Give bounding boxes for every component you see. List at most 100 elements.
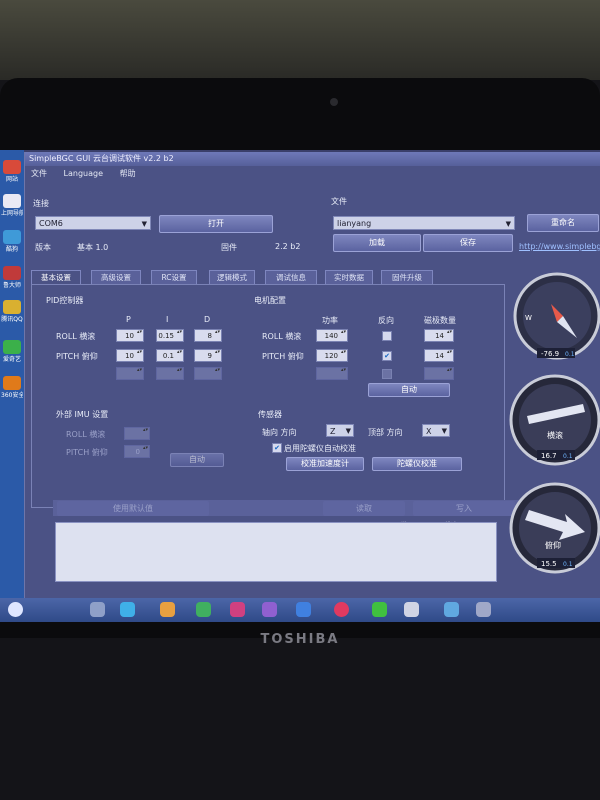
yaw-i-input: [156, 367, 184, 380]
desktop-icon[interactable]: 360安全: [1, 376, 23, 399]
tab-realtime[interactable]: 实时数据: [325, 270, 373, 284]
chevron-down-icon: ▼: [441, 427, 447, 435]
taskbar-app-icon[interactable]: [230, 602, 245, 617]
file-label: 文件: [331, 197, 347, 206]
pitch-d-input[interactable]: 9: [194, 349, 222, 362]
tab-basic[interactable]: 基本设置: [31, 270, 81, 284]
roll-i-input[interactable]: 0.15: [156, 329, 184, 342]
pid-header-d: D: [204, 315, 211, 324]
background-wall: [0, 0, 600, 80]
calibrate-acc-button[interactable]: 校准加速度计: [286, 457, 364, 471]
gyro-autocalib-checkbox[interactable]: ✔: [272, 443, 282, 453]
action-bar: 使用默认值 读取 写入: [53, 500, 519, 516]
roll-p-input[interactable]: 10: [116, 329, 144, 342]
tab-rc[interactable]: RC设置: [151, 270, 197, 284]
yaw-gauge: W -76.9 0.1: [513, 272, 600, 360]
yaw-d-input: [194, 367, 222, 380]
pid-title: PID控制器: [46, 296, 84, 305]
top-label: 顶部 方向: [368, 428, 403, 437]
defaults-button[interactable]: 使用默认值: [57, 501, 209, 516]
roll-d-input[interactable]: 8: [194, 329, 222, 342]
rename-button[interactable]: 重命名: [527, 214, 599, 232]
tab-firmware[interactable]: 固件升级: [381, 270, 433, 284]
axis-label: 轴向 方向: [262, 428, 297, 437]
axis-select[interactable]: Z ▼: [326, 424, 354, 437]
profile-select[interactable]: lianyang ▼: [333, 216, 515, 230]
app-window: SimpleBGC GUI 云台调试软件 v2.2 b2 文件 Language…: [24, 152, 600, 598]
roll-value2: 0.1: [563, 453, 573, 460]
yaw-poles-input: [424, 367, 454, 380]
pitch-poles-input[interactable]: 14: [424, 349, 454, 362]
tab-advanced[interactable]: 高级设置: [91, 270, 141, 284]
roll-title: 横滚: [547, 430, 563, 440]
yaw-invert-checkbox: [382, 369, 392, 379]
roll-gauge: 横滚 16.7 0.1: [509, 374, 600, 466]
taskbar-app-icon[interactable]: [296, 602, 311, 617]
chevron-down-icon: ▼: [141, 220, 147, 228]
outer-auto-button[interactable]: 自动: [170, 453, 224, 467]
desktop: 网站 上网导航 酷狗 鲁大师 腾讯QQ 爱奇艺 360安全: [0, 150, 24, 598]
taskbar-app-icon[interactable]: [262, 602, 277, 617]
roll-poles-input[interactable]: 14: [424, 329, 454, 342]
pid-header-p: P: [126, 315, 131, 324]
calibrate-gyro-button[interactable]: 陀螺仪校准: [372, 457, 462, 471]
save-button[interactable]: 保存: [423, 234, 513, 252]
menu-language[interactable]: Language: [64, 169, 103, 178]
motor-row-label: PITCH 俯仰: [262, 352, 304, 361]
svg-text:W: W: [525, 314, 532, 322]
desktop-icon[interactable]: 腾讯QQ: [1, 300, 23, 323]
tab-debug[interactable]: 调试信息: [265, 270, 317, 284]
start-icon[interactable]: [8, 602, 23, 617]
basic-settings-panel: PID控制器 P I D ROLL 横滚 10 0.15 8 PITCH 俯仰 …: [31, 284, 505, 508]
top-select[interactable]: X ▼: [422, 424, 450, 437]
taskbar-app-icon[interactable]: [334, 602, 349, 617]
message-log[interactable]: [55, 522, 497, 582]
pitch-i-input[interactable]: 0.1: [156, 349, 184, 362]
outer-roll-input: [124, 427, 150, 440]
screen: 网站 上网导航 酷狗 鲁大师 腾讯QQ 爱奇艺 360安全 SimpleBGC …: [0, 150, 600, 622]
website-link[interactable]: http://www.simplebgc: [519, 242, 600, 251]
menu-help[interactable]: 帮助: [120, 169, 136, 178]
port-select[interactable]: COM6 ▼: [35, 216, 151, 230]
write-button[interactable]: 写入: [413, 501, 515, 516]
taskbar-app-icon[interactable]: [120, 602, 135, 617]
pitch-gauge: 俯仰 15.5 0.1: [509, 482, 600, 574]
taskbar-app-icon[interactable]: [160, 602, 175, 617]
taskbar-app-icon[interactable]: [372, 602, 387, 617]
firmware-label: 固件: [221, 243, 237, 252]
outer-title: 外部 IMU 设置: [56, 410, 109, 419]
motor-header-invert: 反向: [378, 316, 394, 325]
read-button[interactable]: 读取: [323, 501, 405, 516]
roll-invert-checkbox[interactable]: [382, 331, 392, 341]
yaw-p-input: [116, 367, 144, 380]
pitch-invert-checkbox[interactable]: ✔: [382, 351, 392, 361]
pid-row-label: PITCH 俯仰: [56, 352, 98, 361]
pitch-power-input[interactable]: 120: [316, 349, 348, 362]
board-version: 基本 1.0: [77, 243, 109, 252]
motor-row-label: ROLL 横滚: [262, 332, 302, 341]
desktop-icon[interactable]: 网站: [1, 160, 23, 183]
desktop-icon[interactable]: 爱奇艺: [1, 340, 23, 363]
taskbar-app-icon[interactable]: [404, 602, 419, 617]
pitch-value: 15.5: [541, 560, 557, 568]
taskbar-app-icon[interactable]: [444, 602, 459, 617]
taskbar-app-icon[interactable]: [196, 602, 211, 617]
profile-value: lianyang: [337, 219, 372, 228]
open-port-button[interactable]: 打开: [159, 215, 273, 233]
taskbar-app-icon[interactable]: [476, 602, 491, 617]
desktop-icon[interactable]: 酷狗: [1, 230, 23, 253]
gauges-svg: W -76.9 0.1 横滚 16.7 0.1 俯仰 15.5 0.1: [509, 272, 600, 574]
pitch-p-input[interactable]: 10: [116, 349, 144, 362]
tab-logic[interactable]: 逻辑模式: [209, 270, 255, 284]
desktop-icon[interactable]: 上网导航: [1, 194, 23, 217]
auto-poles-button[interactable]: 自动: [368, 383, 450, 397]
load-button[interactable]: 加载: [333, 234, 421, 252]
roll-power-input[interactable]: 140: [316, 329, 348, 342]
desktop-icon[interactable]: 鲁大师: [1, 266, 23, 289]
taskbar-app-icon[interactable]: [90, 602, 105, 617]
taskbar: [0, 598, 600, 622]
pid-row-label: ROLL 横滚: [56, 332, 96, 341]
menu-file[interactable]: 文件: [31, 169, 47, 178]
motor-header-power: 功率: [322, 316, 338, 325]
version-label: 版本: [35, 243, 51, 252]
